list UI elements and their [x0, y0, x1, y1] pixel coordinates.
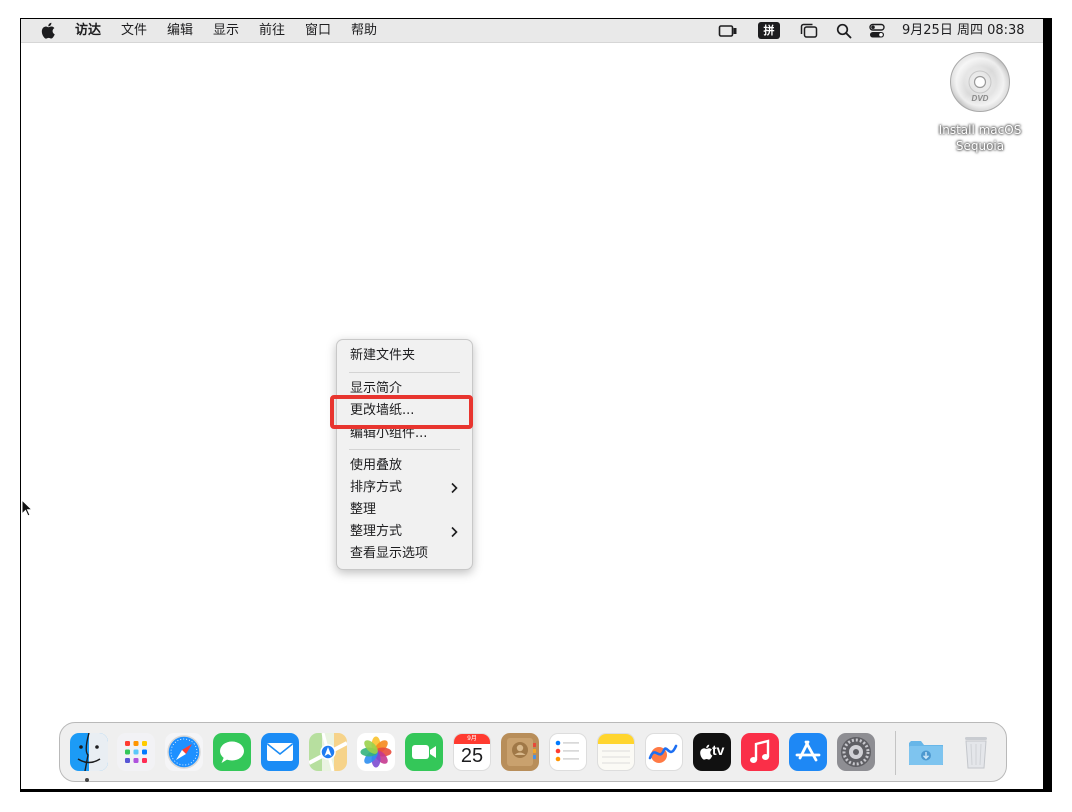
- dock-system-settings-icon[interactable]: [837, 733, 875, 771]
- desktop-context-menu: 新建文件夹 显示简介 更改墙纸... 编辑小组件... 使用叠放 排序方式 整理…: [336, 339, 473, 570]
- dock-reminders-icon[interactable]: [549, 733, 587, 771]
- dock-messages-icon[interactable]: [213, 733, 251, 771]
- menu-help[interactable]: 帮助: [351, 19, 377, 43]
- input-method-icon[interactable]: 拼: [758, 22, 780, 39]
- menu-item-sort-by[interactable]: 排序方式: [350, 478, 402, 498]
- dock-music-icon[interactable]: [741, 733, 779, 771]
- menu-item-clean-up[interactable]: 整理: [350, 500, 376, 520]
- dock-freeform-icon[interactable]: [645, 733, 683, 771]
- menubar-clock[interactable]: 9月25日 周四 08:38: [902, 19, 1025, 43]
- menu-edit[interactable]: 编辑: [167, 19, 193, 43]
- menu-item-view-options[interactable]: 查看显示选项: [350, 544, 428, 564]
- menu-window[interactable]: 窗口: [305, 19, 331, 43]
- chevron-right-icon: [451, 482, 458, 494]
- dvd-disk-icon[interactable]: DVD: [949, 51, 1011, 113]
- menu-file[interactable]: 文件: [121, 19, 147, 43]
- apple-logo-icon[interactable]: [41, 22, 55, 39]
- calendar-month: 9月: [454, 734, 490, 744]
- dock-trash-icon[interactable]: [957, 733, 995, 771]
- menu-app-name[interactable]: 访达: [75, 19, 101, 43]
- apple-logo-icon: [700, 744, 713, 760]
- menu-item-clean-up-by[interactable]: 整理方式: [350, 522, 402, 542]
- mouse-pointer-icon: [21, 499, 33, 517]
- desktop-screen[interactable]: 访达 文件 编辑 显示 前往 窗口 帮助 拼 9月25日 周四 08:38 DV…: [21, 19, 1043, 789]
- menu-separator: [349, 449, 460, 450]
- dock-notes-icon[interactable]: [597, 733, 635, 771]
- appletv-label: tv: [712, 742, 725, 758]
- calendar-day: 25: [460, 745, 484, 767]
- chevron-right-icon: [451, 526, 458, 538]
- screen-mirroring-icon[interactable]: [718, 23, 738, 39]
- dock: 9月 25 tv: [59, 722, 1007, 782]
- search-icon[interactable]: [836, 23, 852, 39]
- dock-divider: [895, 731, 896, 775]
- menu-view[interactable]: 显示: [213, 19, 239, 43]
- menu-item-use-stacks[interactable]: 使用叠放: [350, 456, 402, 476]
- menu-item-new-folder[interactable]: 新建文件夹: [350, 346, 415, 366]
- dock-appletv-icon[interactable]: tv: [693, 733, 731, 771]
- dock-facetime-icon[interactable]: [405, 733, 443, 771]
- dock-maps-icon[interactable]: [309, 733, 347, 771]
- stage-manager-icon[interactable]: [800, 23, 818, 39]
- disk-label-line1: Install macOS: [938, 123, 1022, 137]
- dock-downloads-folder-icon[interactable]: [907, 733, 945, 771]
- running-indicator: [85, 778, 89, 782]
- highlight-box: [330, 395, 473, 429]
- dock-photos-icon[interactable]: [357, 733, 395, 771]
- menu-bar: 访达 文件 编辑 显示 前往 窗口 帮助 拼 9月25日 周四 08:38: [21, 19, 1043, 43]
- dock-launchpad-icon[interactable]: [117, 733, 155, 771]
- disk-label[interactable]: Install macOS Sequoia: [929, 122, 1031, 154]
- dock-safari-icon[interactable]: [165, 733, 203, 771]
- dock-mail-icon[interactable]: [261, 733, 299, 771]
- disk-label-line2: Sequoia: [955, 139, 1005, 153]
- menu-go[interactable]: 前往: [259, 19, 285, 43]
- control-center-icon[interactable]: [868, 23, 886, 39]
- menu-separator: [349, 372, 460, 373]
- dock-calendar-icon[interactable]: 9月 25: [453, 733, 491, 771]
- dock-contacts-icon[interactable]: [501, 733, 539, 771]
- dock-appstore-icon[interactable]: [789, 733, 827, 771]
- dock-finder-icon[interactable]: [70, 733, 108, 771]
- svg-text:DVD: DVD: [972, 94, 989, 103]
